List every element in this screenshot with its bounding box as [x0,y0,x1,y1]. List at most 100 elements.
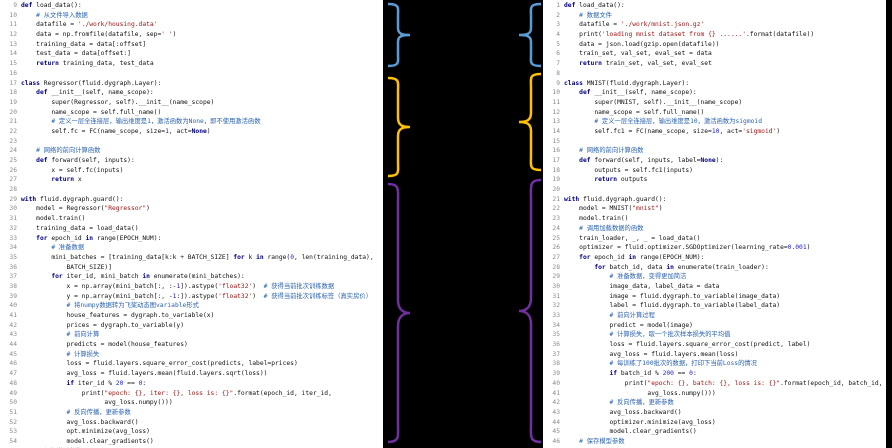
code-text: with fluid.dygraph.guard(): [21,195,124,203]
left-code-line: 53 opt.minimize(avg_loss) [0,427,383,437]
line-number: 21 [9,118,17,126]
line-number: 10 [552,89,560,97]
code-text: datafile = './work/housing.data' [21,21,158,29]
code-text: training_data = data[:offset] [21,40,147,48]
line-number: 38 [552,360,560,368]
code-text: for batch_id, data in enumerate(train_lo… [594,263,769,271]
right-code-line: 26 optimizer = fluid.optimizer.SGDOptimi… [543,243,886,253]
line-number: 36 [9,263,17,271]
line-number: 13 [552,118,560,126]
left-code-line: 43 # 前向计算 [0,330,383,340]
left-code-line: 25 def forward(self, inputs): [0,156,383,166]
code-text: train_set, val_set, eval_set = data [564,50,712,58]
right-code-line: 13 # 定义一层全连接层，输出维度是10，激活函数为sigmoid [543,117,886,127]
right-code-line: 8 [543,69,886,79]
code-text: model = MNIST("mnist") [564,205,663,213]
line-number: 23 [552,215,560,223]
line-number: 15 [9,60,17,68]
right-blue-brace [518,2,542,68]
right-code-line: 15 [543,137,886,147]
code-text: BATCH_SIZE)] [21,263,112,271]
code-text: with fluid.dygraph.guard(): [564,195,667,203]
code-text: avg_loss.numpy())) [21,399,173,407]
left-code-line: 23 [0,137,383,147]
code-text: optimizer = fluid.optimizer.SGDOptimizer… [564,244,811,252]
left-code-line: 22 self.fc = FC(name_scope, size=1, act=… [0,127,383,137]
line-number: 47 [9,370,17,378]
code-text: self.fc1 = FC(name_scope, size=10, act='… [564,127,781,135]
code-text: avg_loss.numpy())) [564,389,716,397]
line-number: 38 [9,282,17,290]
right-code-line: 29 # 准备数据，变得更加简洁 [543,272,886,282]
right-code-line: 28 for batch_id, data in enumerate(train… [543,263,886,273]
code-text: x = np.array(mini_batch[:, :-1]).astype(… [21,282,335,290]
code-text: avg_loss.backward() [21,418,139,426]
code-text: self.fc = FC(name_scope, size=1, act=Non… [21,127,211,135]
line-number: 33 [552,312,560,319]
line-number: 6 [556,50,560,58]
line-number: 15 [552,137,560,145]
right-code-line: 27 for epoch_id in range(EPOCH_NUM): [543,253,886,263]
left-code-line: 10 # 从文件导入数据 [0,11,383,21]
right-code-line: 23 model.train() [543,214,886,224]
line-number: 51 [9,408,17,416]
line-number: 29 [9,195,17,203]
line-number: 28 [552,263,560,271]
right-code-line: 3 datafile = './work/mnist.json.gz' [543,20,886,30]
right-code-line: 7 return train_set, val_set, eval_set [543,59,886,69]
left-code-line: 40 # 将numpy数据转为飞桨动态图variable形式 [0,301,383,311]
left-code-line: 15 return training_data, test_data [0,59,383,69]
code-text: # 反向传播，更新参数 [66,408,131,416]
left-code-line: 17 class Regressor(fluid.dygraph.Layer): [0,79,383,89]
code-text: # 网络的前向计算函数 [36,147,101,155]
code-text: print("epoch: {}, iter: {}, loss is: {}"… [21,389,332,397]
left-code-line: 26 x = self.fc(inputs) [0,166,383,176]
code-text: model.train() [21,215,86,223]
line-number: 32 [9,224,17,232]
line-number: 17 [552,157,560,164]
line-number: 37 [552,350,560,358]
line-number: 22 [552,205,560,213]
left-code-line: 46 loss = fluid.layers.square_error_cost… [0,359,383,369]
code-text: loss = fluid.layers.square_error_cost(pr… [21,360,298,368]
right-code-line: 31 image = fluid.dygraph.to_variable(ima… [543,292,886,302]
code-text: class Regressor(fluid.dygraph.Layer): [21,79,162,87]
code-text: data = json.load(gzip.open(datafile)) [564,40,720,48]
line-number: 23 [9,137,17,145]
left-code-line: 50 avg_loss.numpy())) [0,398,383,408]
line-number: 35 [9,253,17,261]
line-number: 40 [9,302,17,310]
code-text: # 网络的前向计算函数 [579,147,644,155]
left-code-line: 41 house_features = dygraph.to_variable(… [0,311,383,321]
line-number: 14 [552,127,560,135]
line-number: 21 [552,195,560,203]
left-code-line: 28 [0,185,383,195]
line-number: 27 [552,253,560,261]
left-code-line: 21 # 定义一层全连接层，输出维度是1，激活函数为None，即不使用激活函数 [0,117,383,127]
line-number: 24 [552,224,560,232]
line-number: 34 [552,321,560,329]
line-number: 45 [552,428,560,436]
right-code-line: 14 self.fc1 = FC(name_scope, size=10, ac… [543,127,886,137]
code-text: predict = model(image) [564,321,693,329]
line-number: 43 [552,408,560,416]
left-code-line: 54 model.clear_gradients() [0,437,383,447]
code-text: predicts = model(house_features) [21,341,188,349]
code-text: def __init__(self, name_scope): [36,89,154,97]
line-number: 27 [9,176,17,184]
line-number: 19 [552,176,560,184]
right-code-line: 36 loss = fluid.layers.square_error_cost… [543,340,886,350]
left-code-line: 20 name_scope = self.full_name() [0,108,383,118]
left-code-line: 35 mini_batches = [training_data[k:k + B… [0,253,383,263]
left-code-line: 37 for iter_id, mini_batch in enumerate(… [0,272,383,282]
left-code-line: 30 model = Regressor("Regressor") [0,204,383,214]
line-number: 37 [9,273,17,281]
code-text: avg_loss = fluid.layers.mean(fluid.layer… [21,370,268,378]
line-number: 34 [9,244,17,252]
code-text: optimizer.minimize(avg_loss) [564,418,716,426]
left-code-line: 24 # 网络的前向计算函数 [0,146,383,156]
line-number: 39 [9,292,17,300]
right-code-line: 45 model.clear_gradients() [543,427,886,437]
